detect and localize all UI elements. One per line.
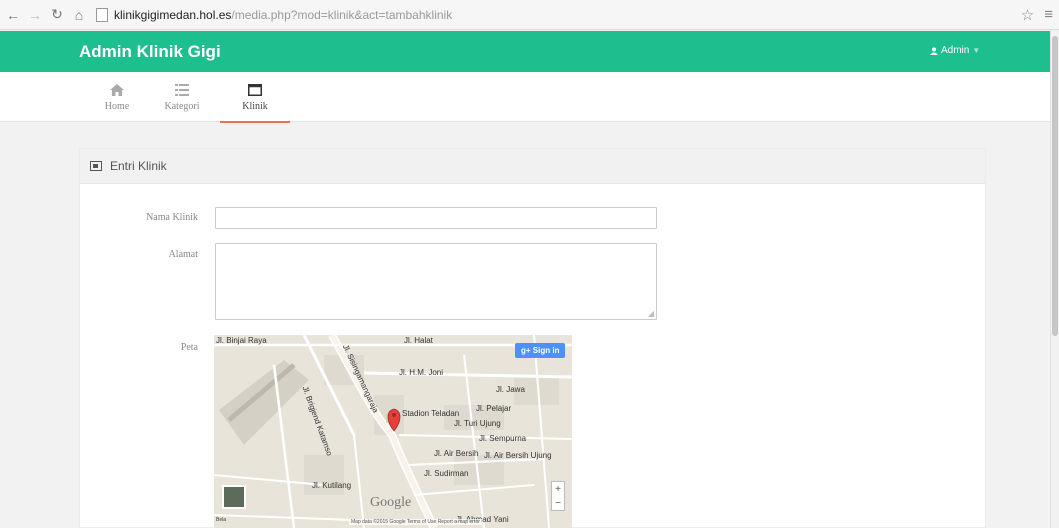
- satellite-toggle[interactable]: [222, 485, 246, 509]
- map-label: Bela: [216, 517, 227, 523]
- map-signin-label: Sign in: [532, 346, 560, 355]
- home-button-icon[interactable]: ⌂: [70, 6, 88, 24]
- map-label: Jl. H.M. Joni: [399, 368, 444, 377]
- url-path: /media.php?mod=klinik&act=tambahklinik: [231, 7, 453, 22]
- tab-home[interactable]: Home: [82, 72, 152, 122]
- section-tabs: Home Kategori Klinik: [0, 72, 1050, 123]
- star-icon[interactable]: ☆: [1021, 6, 1034, 24]
- widget-header: Entri Klinik: [80, 149, 985, 184]
- map-signin-button[interactable]: g+ Sign in: [515, 343, 566, 358]
- alamat-label: Alamat: [168, 249, 198, 260]
- map-label: Jl. Halat: [404, 336, 433, 345]
- tab-kategori-label: Kategori: [164, 101, 200, 112]
- tab-klinik-label: Klinik: [242, 101, 268, 112]
- address-bar[interactable]: klinikgigimedan.hol.es/media.php?mod=kli…: [96, 4, 452, 26]
- user-name: Admin: [941, 45, 970, 56]
- forward-icon[interactable]: →: [26, 6, 44, 24]
- top-navbar: Admin Klinik Gigi Admin ▼: [0, 31, 1050, 72]
- list-alt-icon: [90, 161, 102, 171]
- map-label: Jl. Air Bersih: [434, 449, 479, 458]
- browser-toolbar: ← → ↻ ⌂ klinikgigimedan.hol.es/media.php…: [0, 0, 1059, 30]
- tab-kategori[interactable]: Kategori: [147, 72, 217, 122]
- map-label: Jl. Binjai Raya: [216, 336, 267, 345]
- zoom-out-button[interactable]: −: [555, 498, 561, 509]
- peta-label: Peta: [180, 342, 198, 353]
- url-host: klinikgigimedan.hol.es: [114, 7, 232, 22]
- map-label: Jl. Pelajar: [476, 404, 512, 413]
- map-label: Stadion Teladan: [402, 409, 460, 418]
- map-label: Jl. Sudirman: [424, 469, 469, 478]
- tab-klinik[interactable]: Klinik: [220, 72, 290, 123]
- map-zoom-control[interactable]: + −: [551, 481, 565, 511]
- menu-icon[interactable]: ≡: [1044, 6, 1053, 24]
- resize-grip-icon[interactable]: ◢: [648, 309, 654, 318]
- map-label: Jl. Turi Ujung: [454, 419, 501, 428]
- reload-icon[interactable]: ↻: [48, 6, 66, 24]
- widget-title: Entri Klinik: [110, 159, 167, 173]
- google-plus-icon: g+: [521, 346, 531, 355]
- back-icon[interactable]: ←: [4, 6, 22, 24]
- list-icon: [175, 82, 189, 98]
- tab-home-label: Home: [104, 101, 130, 112]
- page-icon: [96, 7, 108, 22]
- window-icon: [248, 82, 262, 98]
- page-scrollbar[interactable]: [1050, 30, 1059, 528]
- home-icon: [110, 82, 124, 98]
- user-icon: [930, 47, 938, 55]
- nama-klinik-label: Nama Klinik: [146, 212, 198, 223]
- google-map[interactable]: Jl. Binjai Raya Jl. Halat Jl. H.M. Joni …: [214, 335, 572, 528]
- google-logo: Google: [370, 495, 412, 510]
- chevron-down-icon: ▼: [972, 46, 981, 55]
- brand-title[interactable]: Admin Klinik Gigi: [79, 42, 221, 62]
- map-label: Jl. Jawa: [496, 385, 525, 394]
- zoom-in-button[interactable]: +: [555, 484, 561, 495]
- map-footer[interactable]: Map data ©2015 Google Terms of Use Repor…: [349, 519, 482, 525]
- map-label: Jl. Air Bersih Ujung: [484, 451, 552, 460]
- scrollbar-thumb[interactable]: [1052, 36, 1058, 336]
- map-label: Jl. Sempurna: [479, 434, 527, 443]
- nama-klinik-input[interactable]: [215, 207, 657, 229]
- alamat-textarea[interactable]: ◢: [215, 243, 657, 320]
- map-label: Jl. Kutilang: [312, 481, 352, 490]
- user-menu[interactable]: Admin ▼: [930, 45, 980, 56]
